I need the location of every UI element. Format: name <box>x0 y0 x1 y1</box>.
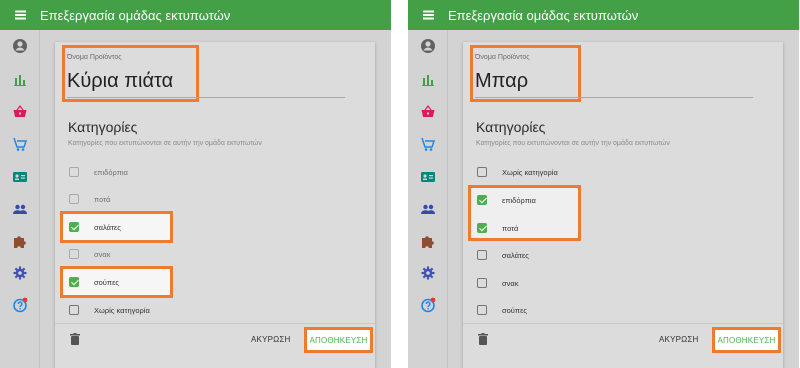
save-button[interactable]: ΑΠΟΘΗΚΕΥΣΗ <box>712 327 781 353</box>
product-name-input[interactable]: Κύρια πιάτα <box>67 70 173 93</box>
category-checkbox[interactable] <box>69 222 79 232</box>
category-label: Χωρίς κατηγορία <box>94 305 150 315</box>
bar-chart-icon[interactable] <box>420 72 436 88</box>
category-checkbox[interactable] <box>69 249 79 259</box>
category-label: ποτά <box>94 194 111 204</box>
basket-icon[interactable] <box>420 104 436 120</box>
category-label: ποτά <box>502 223 519 233</box>
sidebar <box>0 30 40 368</box>
category-label: σαλάτες <box>502 250 529 260</box>
sidebar <box>408 30 448 368</box>
categories-title: Κατηγορίες <box>476 119 546 135</box>
category-checkbox[interactable] <box>69 277 79 287</box>
card-footer-divider <box>55 323 375 324</box>
basket-icon[interactable] <box>12 104 28 120</box>
cart-icon[interactable] <box>420 136 436 152</box>
printer-group-card: Όνομα Προϊόντος Μπαρ Κατηγορίες Κατηγορί… <box>463 42 783 368</box>
category-row[interactable]: ποτά <box>69 189 309 209</box>
printer-group-card: Όνομα Προϊόντος Κύρια πιάτα Κατηγορίες Κ… <box>55 42 375 368</box>
menu-icon[interactable] <box>0 0 40 30</box>
product-name-field[interactable]: Όνομα Προϊόντος Κύρια πιάτα <box>67 50 345 98</box>
help-icon[interactable] <box>12 297 28 313</box>
puzzle-icon[interactable] <box>12 233 28 249</box>
input-underline <box>67 97 345 98</box>
category-row[interactable]: Χωρίς κατηγορία <box>69 300 309 320</box>
cancel-button[interactable]: ΑΚΥΡΩΣΗ <box>251 335 290 344</box>
puzzle-icon[interactable] <box>420 233 436 249</box>
bar-chart-icon[interactable] <box>12 72 28 88</box>
app-bar: Επεξεργασία ομάδας εκτυπωτών <box>0 0 391 30</box>
product-name-label: Όνομα Προϊόντος <box>67 54 122 61</box>
category-label: σνακ <box>502 278 519 288</box>
category-checkbox[interactable] <box>69 194 79 204</box>
help-icon[interactable] <box>420 297 436 313</box>
category-label: επιδόρπια <box>502 195 536 205</box>
category-row[interactable]: επιδόρπια <box>69 162 309 182</box>
settings-icon[interactable] <box>420 265 436 281</box>
category-row[interactable]: επιδόρπια <box>477 190 717 210</box>
category-checkbox[interactable] <box>477 195 487 205</box>
app-bar: Επεξεργασία ομάδας εκτυπωτών <box>408 0 799 30</box>
category-checkbox[interactable] <box>477 250 487 260</box>
category-label: σούπες <box>94 277 120 287</box>
save-button[interactable]: ΑΠΟΘΗΚΕΥΣΗ <box>304 327 373 353</box>
categories-description: Κατηγορίες που εκτυπώνονται σε αυτήν την… <box>476 140 670 147</box>
people-icon[interactable] <box>12 201 28 217</box>
category-label: Χωρίς κατηγορία <box>502 167 558 177</box>
category-row[interactable]: Χωρίς κατηγορία <box>477 162 717 182</box>
category-row[interactable]: σαλάτες <box>477 245 717 265</box>
category-label: σούπες <box>502 305 528 315</box>
category-row[interactable]: σούπες <box>477 300 717 320</box>
screen-left: Επεξεργασία ομάδας εκτυπωτών Όνομα Προϊό… <box>0 0 391 368</box>
category-row[interactable]: σαλάτες <box>69 217 309 237</box>
trash-icon[interactable] <box>478 333 488 345</box>
settings-icon[interactable] <box>12 265 28 281</box>
category-checkbox[interactable] <box>69 167 79 177</box>
category-row[interactable]: ποτά <box>477 218 717 238</box>
app-title: Επεξεργασία ομάδας εκτυπωτών <box>40 7 231 23</box>
category-row[interactable]: σούπες <box>69 272 309 292</box>
category-checkbox[interactable] <box>477 223 487 233</box>
categories-title: Κατηγορίες <box>68 119 138 135</box>
category-label: επιδόρπια <box>94 167 128 177</box>
card-footer-divider <box>463 323 783 324</box>
trash-icon[interactable] <box>70 333 80 345</box>
comparison-stage: Επεξεργασία ομάδας εκτυπωτών Όνομα Προϊό… <box>0 0 800 368</box>
category-checkbox[interactable] <box>477 167 487 177</box>
people-icon[interactable] <box>420 201 436 217</box>
category-label: σνακ <box>94 249 111 259</box>
input-underline <box>475 97 753 98</box>
screen-right: Επεξεργασία ομάδας εκτυπωτών Όνομα Προϊό… <box>408 0 799 368</box>
category-checkbox[interactable] <box>69 305 79 315</box>
category-row[interactable]: σνακ <box>477 273 717 293</box>
product-name-label: Όνομα Προϊόντος <box>475 54 530 61</box>
id-card-icon[interactable] <box>12 169 28 185</box>
id-card-icon[interactable] <box>420 169 436 185</box>
account-circle-icon[interactable] <box>12 38 28 54</box>
category-row[interactable]: σνακ <box>69 244 309 264</box>
categories-description: Κατηγορίες που εκτυπώνονται σε αυτήν την… <box>68 140 262 147</box>
cart-icon[interactable] <box>12 136 28 152</box>
product-name-input[interactable]: Μπαρ <box>475 70 528 93</box>
category-checkbox[interactable] <box>477 278 487 288</box>
product-name-field[interactable]: Όνομα Προϊόντος Μπαρ <box>475 50 753 98</box>
menu-icon[interactable] <box>408 0 448 30</box>
app-title: Επεξεργασία ομάδας εκτυπωτών <box>448 7 639 23</box>
cancel-button[interactable]: ΑΚΥΡΩΣΗ <box>659 335 698 344</box>
category-label: σαλάτες <box>94 222 121 232</box>
account-circle-icon[interactable] <box>420 38 436 54</box>
category-checkbox[interactable] <box>477 305 487 315</box>
